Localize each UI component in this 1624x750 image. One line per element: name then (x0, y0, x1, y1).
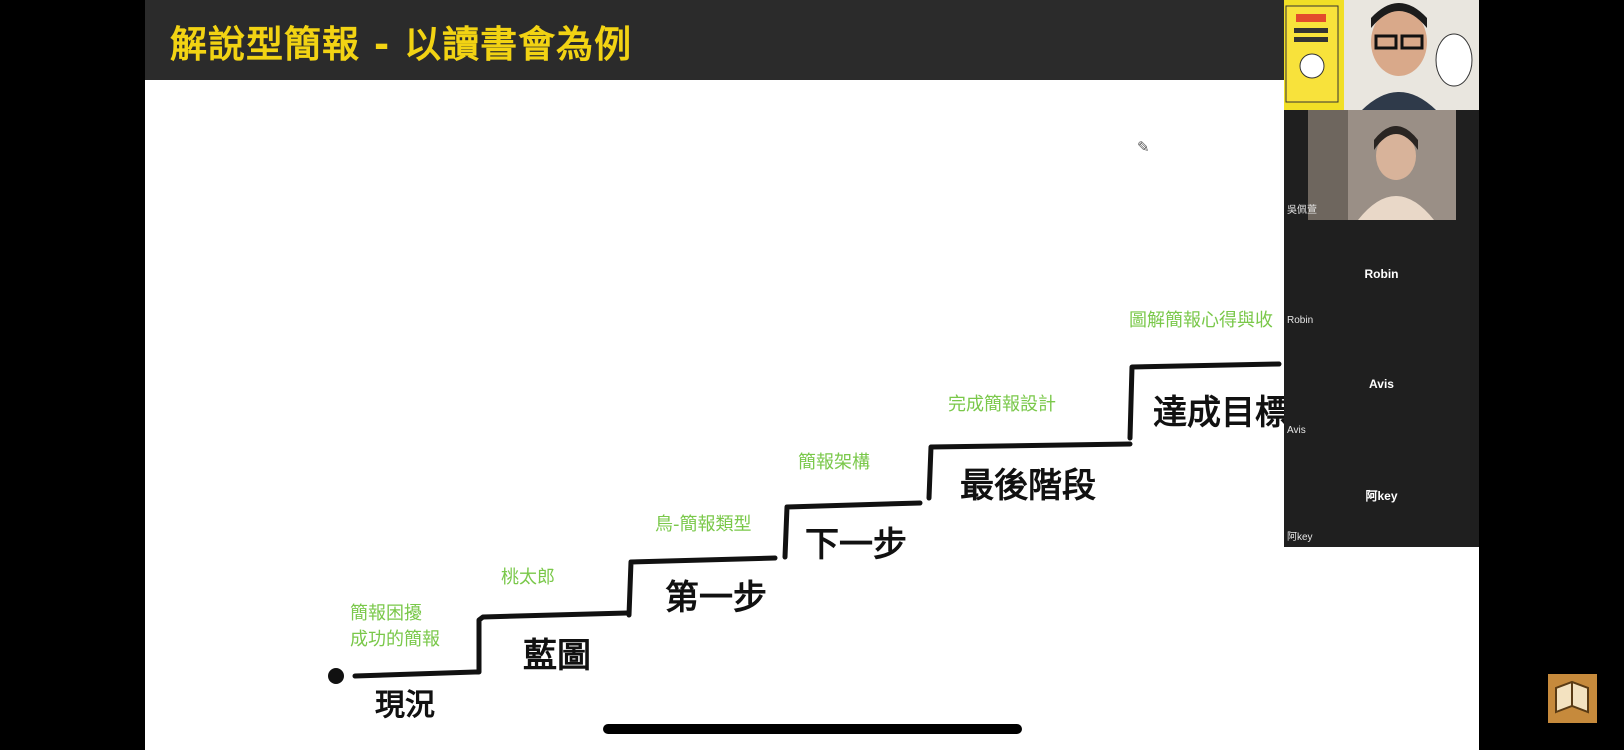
participant-tile-5[interactable]: 阿key 阿key (1284, 440, 1479, 547)
step-note-5: 完成簡報設計 (948, 394, 1056, 415)
participant-name-3: Robin (1287, 315, 1314, 326)
participant-center-name-5: 阿key (1365, 489, 1398, 503)
participant-name-2: 吳佩萱 (1287, 205, 1317, 216)
participant-video-1 (1284, 0, 1479, 110)
participant-tile-2[interactable]: 吳佩萱 (1284, 110, 1479, 220)
step-note-4: 簡報架構 (798, 452, 870, 473)
staircase-drawing (328, 361, 1282, 684)
step-note-6: 圖解簡報心得與收 (1129, 310, 1273, 331)
participant-tile-1[interactable] (1284, 0, 1479, 110)
start-dot (328, 668, 344, 684)
participant-center-name-4: Avis (1369, 377, 1394, 391)
participant-tile-4[interactable]: Avis Avis (1284, 330, 1479, 440)
step-note-2: 桃太郎 (501, 567, 555, 588)
note-line-1: 簡報困擾 (350, 603, 422, 624)
step-label-1: 現況 (375, 688, 435, 723)
step-note-1: 簡報困擾 成功的簡報 (350, 601, 440, 653)
home-indicator[interactable] (603, 724, 1022, 734)
step-label-5: 最後階段 (960, 466, 1096, 506)
participant-name-5: 阿key (1287, 532, 1313, 543)
step-label-2: 藍圖 (523, 636, 591, 676)
book-logo-icon (1548, 674, 1597, 723)
step-label-6: 達成目標 (1153, 393, 1289, 433)
participant-center-name-3: Robin (1364, 267, 1399, 281)
participant-tile-3[interactable]: Robin Robin (1284, 220, 1479, 330)
participant-name-4: Avis (1287, 425, 1306, 436)
step-note-3: 鳥-簡報類型 (655, 514, 752, 535)
note-line-2: 成功的簡報 (350, 629, 440, 650)
step-label-4: 下一步 (805, 525, 907, 565)
presentation-slide: 解說型簡報 - 以讀書會為例 簡報困擾 成功的簡報 桃太郎 鳥-簡報類型 簡報架… (145, 0, 1479, 750)
pencil-icon[interactable]: ✎ (1137, 138, 1150, 156)
step-label-3: 第一步 (665, 578, 767, 618)
participant-panel: 吳佩萱 Robin Robin Avis Avis 阿key 阿key (1284, 0, 1479, 547)
